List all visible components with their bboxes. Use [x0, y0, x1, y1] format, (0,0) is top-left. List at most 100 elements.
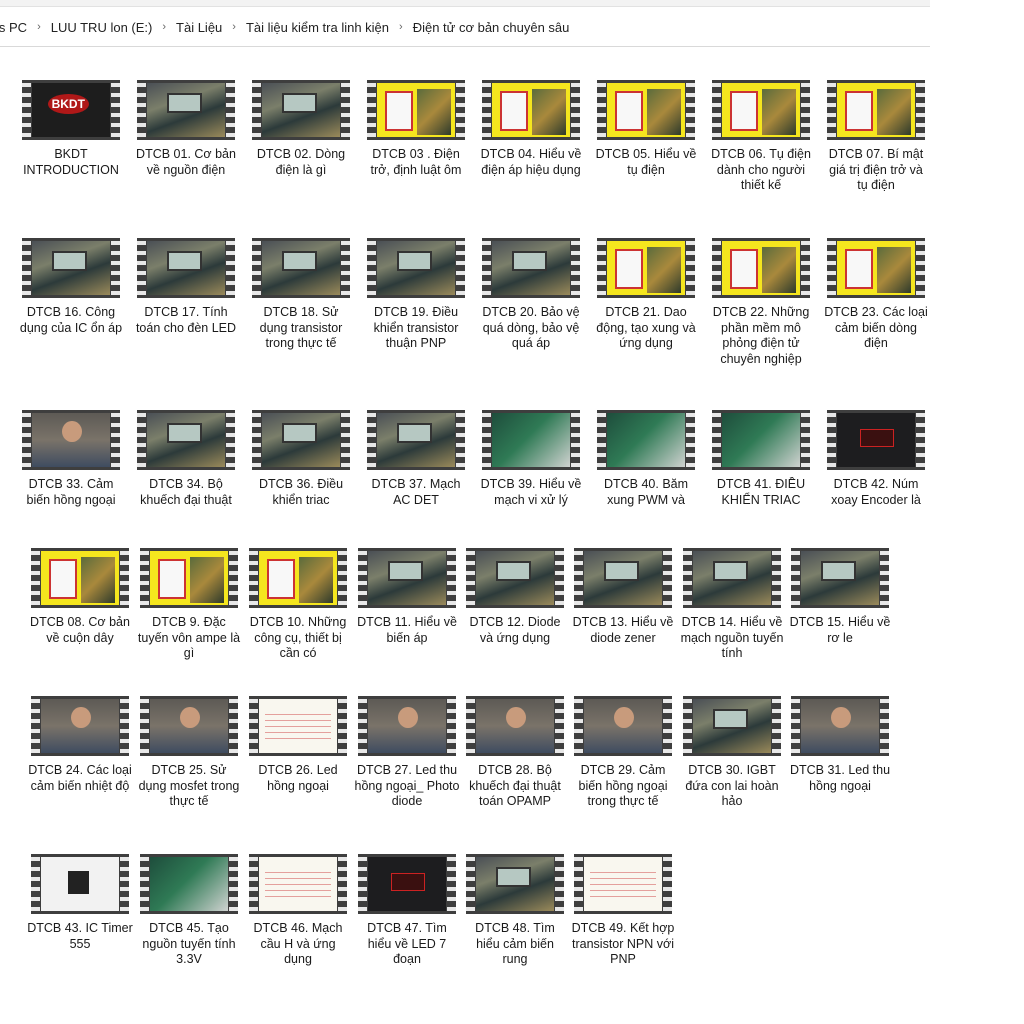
video-thumbnail[interactable] — [482, 80, 580, 140]
video-thumbnail[interactable] — [249, 854, 347, 914]
video-thumbnail[interactable] — [252, 238, 350, 298]
video-thumbnail[interactable] — [597, 80, 695, 140]
file-name[interactable]: DTCB 07. Bí mật giá trị điện trở và tụ đ… — [823, 147, 929, 194]
video-thumbnail[interactable] — [466, 548, 564, 608]
file-item[interactable]: DTCB 47. Tìm hiểu về LED 7 đoạn — [354, 854, 460, 968]
video-thumbnail[interactable] — [482, 410, 580, 470]
file-name[interactable]: DTCB 04. Hiểu về điện áp hiệu dụng — [478, 147, 584, 178]
video-thumbnail[interactable] — [466, 854, 564, 914]
video-thumbnail[interactable] — [31, 548, 129, 608]
video-thumbnail[interactable] — [597, 238, 695, 298]
file-item[interactable]: DTCB 36. Điều khiển triac — [248, 410, 354, 508]
video-thumbnail[interactable] — [827, 410, 925, 470]
video-thumbnail[interactable] — [791, 548, 889, 608]
file-item[interactable]: DTCB 9. Đặc tuyến vôn ampe là gì — [136, 548, 242, 662]
file-item[interactable]: DTCB 10. Những công cụ, thiết bị cần có — [245, 548, 351, 662]
file-name[interactable]: DTCB 16. Công dụng của IC ổn áp — [18, 305, 124, 336]
file-item[interactable]: BKDT INTRODUCTION — [18, 80, 124, 178]
file-item[interactable]: DTCB 45. Tạo nguồn tuyến tính 3.3V — [136, 854, 242, 968]
file-item[interactable]: DTCB 19. Điều khiển transistor thuận PNP — [363, 238, 469, 352]
file-item[interactable]: DTCB 46. Mạch cầu H và ứng dụng — [245, 854, 351, 968]
file-name[interactable]: DTCB 30. IGBT đứa con lai hoàn hảo — [679, 763, 785, 810]
video-thumbnail[interactable] — [358, 854, 456, 914]
file-name[interactable]: DTCB 21. Dao động, tạo xung và ứng dụng — [593, 305, 699, 352]
file-item[interactable]: DTCB 26. Led hồng ngoại — [245, 696, 351, 794]
file-item[interactable]: DTCB 18. Sử dụng transistor trong thực t… — [248, 238, 354, 352]
file-item[interactable]: DTCB 13. Hiểu về diode zener — [570, 548, 676, 646]
file-item[interactable]: DTCB 04. Hiểu về điện áp hiệu dụng — [478, 80, 584, 178]
file-item[interactable]: DTCB 12. Diode và ứng dụng — [462, 548, 568, 646]
file-item[interactable]: DTCB 27. Led thu hồng ngoại_ Photo diode — [354, 696, 460, 810]
file-name[interactable]: DTCB 31. Led thu hồng ngoại — [787, 763, 893, 794]
file-item[interactable]: DTCB 41. ĐIỀU KHIỂN TRIAC — [708, 410, 814, 508]
file-item[interactable]: DTCB 30. IGBT đứa con lai hoàn hảo — [679, 696, 785, 810]
video-thumbnail[interactable] — [597, 410, 695, 470]
file-item[interactable]: DTCB 42. Núm xoay Encoder là — [823, 410, 929, 508]
file-name[interactable]: DTCB 48. Tìm hiểu cảm biến rung — [462, 921, 568, 968]
video-thumbnail[interactable] — [683, 548, 781, 608]
file-item[interactable]: DTCB 16. Công dụng của IC ổn áp — [18, 238, 124, 336]
file-item[interactable]: DTCB 22. Những phần mềm mô phỏng điện tử… — [708, 238, 814, 367]
video-thumbnail[interactable] — [574, 854, 672, 914]
file-name[interactable]: DTCB 06. Tụ điện dành cho người thiết kế — [708, 147, 814, 194]
file-item[interactable]: DTCB 07. Bí mật giá trị điện trở và tụ đ… — [823, 80, 929, 194]
video-thumbnail[interactable] — [137, 80, 235, 140]
video-thumbnail[interactable] — [367, 410, 465, 470]
video-thumbnail[interactable] — [249, 548, 347, 608]
file-name[interactable]: DTCB 39. Hiểu về mạch vi xử lý — [478, 477, 584, 508]
video-thumbnail[interactable] — [22, 80, 120, 140]
file-name[interactable]: DTCB 47. Tìm hiểu về LED 7 đoạn — [354, 921, 460, 968]
file-item[interactable]: DTCB 48. Tìm hiểu cảm biến rung — [462, 854, 568, 968]
file-name[interactable]: DTCB 17. Tính toán cho đèn LED — [133, 305, 239, 336]
file-name[interactable]: DTCB 46. Mạch cầu H và ứng dụng — [245, 921, 351, 968]
file-item[interactable]: DTCB 24. Các loại cảm biến nhiệt độ — [27, 696, 133, 794]
video-thumbnail[interactable] — [827, 80, 925, 140]
video-thumbnail[interactable] — [574, 548, 672, 608]
file-item[interactable]: DTCB 43. IC Timer 555 — [27, 854, 133, 952]
file-name[interactable]: DTCB 23. Các loại cảm biến dòng điện — [823, 305, 929, 352]
file-item[interactable]: DTCB 20. Bảo vệ quá dòng, bảo vệ quá áp — [478, 238, 584, 352]
file-name[interactable]: DTCB 45. Tạo nguồn tuyến tính 3.3V — [136, 921, 242, 968]
file-name[interactable]: DTCB 22. Những phần mềm mô phỏng điện tử… — [708, 305, 814, 367]
video-thumbnail[interactable] — [358, 548, 456, 608]
video-thumbnail[interactable] — [137, 238, 235, 298]
video-thumbnail[interactable] — [137, 410, 235, 470]
video-thumbnail[interactable] — [252, 80, 350, 140]
file-name[interactable]: BKDT INTRODUCTION — [18, 147, 124, 178]
file-name[interactable]: DTCB 42. Núm xoay Encoder là — [823, 477, 929, 508]
file-name[interactable]: DTCB 18. Sử dụng transistor trong thực t… — [248, 305, 354, 352]
file-name[interactable]: DTCB 12. Diode và ứng dụng — [462, 615, 568, 646]
file-name[interactable]: DTCB 05. Hiểu về tụ điện — [593, 147, 699, 178]
video-thumbnail[interactable] — [140, 696, 238, 756]
video-thumbnail[interactable] — [31, 854, 129, 914]
file-name[interactable]: DTCB 41. ĐIỀU KHIỂN TRIAC — [708, 477, 814, 508]
video-thumbnail[interactable] — [367, 238, 465, 298]
video-thumbnail[interactable] — [31, 696, 129, 756]
file-name[interactable]: DTCB 27. Led thu hồng ngoại_ Photo diode — [354, 763, 460, 810]
video-thumbnail[interactable] — [252, 410, 350, 470]
video-thumbnail[interactable] — [827, 238, 925, 298]
file-item[interactable]: DTCB 34. Bộ khuếch đại thuật — [133, 410, 239, 508]
file-item[interactable]: DTCB 15. Hiểu về rơ le — [787, 548, 893, 646]
file-item[interactable]: DTCB 06. Tụ điện dành cho người thiết kế — [708, 80, 814, 194]
file-item[interactable]: DTCB 03 . Điện trở, định luật ôm — [363, 80, 469, 178]
file-item[interactable]: DTCB 29. Cảm biến hồng ngoại trong thực … — [570, 696, 676, 810]
video-thumbnail[interactable] — [482, 238, 580, 298]
video-thumbnail[interactable] — [140, 548, 238, 608]
file-item[interactable]: DTCB 08. Cơ bản về cuộn dây — [27, 548, 133, 646]
file-item[interactable]: DTCB 21. Dao động, tạo xung và ứng dụng — [593, 238, 699, 352]
file-item[interactable]: DTCB 37. Mạch AC DET — [363, 410, 469, 508]
file-name[interactable]: DTCB 26. Led hồng ngoại — [245, 763, 351, 794]
video-thumbnail[interactable] — [466, 696, 564, 756]
file-name[interactable]: DTCB 14. Hiểu về mạch nguồn tuyến tính — [679, 615, 785, 662]
file-name[interactable]: DTCB 01. Cơ bản về nguồn điện — [133, 147, 239, 178]
video-thumbnail[interactable] — [249, 696, 347, 756]
file-item[interactable]: DTCB 17. Tính toán cho đèn LED — [133, 238, 239, 336]
video-thumbnail[interactable] — [574, 696, 672, 756]
file-name[interactable]: DTCB 33. Cảm biến hồng ngoại — [18, 477, 124, 508]
file-name[interactable]: DTCB 34. Bộ khuếch đại thuật — [133, 477, 239, 508]
video-thumbnail[interactable] — [791, 696, 889, 756]
file-name[interactable]: DTCB 20. Bảo vệ quá dòng, bảo vệ quá áp — [478, 305, 584, 352]
file-name[interactable]: DTCB 10. Những công cụ, thiết bị cần có — [245, 615, 351, 662]
file-item[interactable]: DTCB 25. Sử dụng mosfet trong thực tế — [136, 696, 242, 810]
